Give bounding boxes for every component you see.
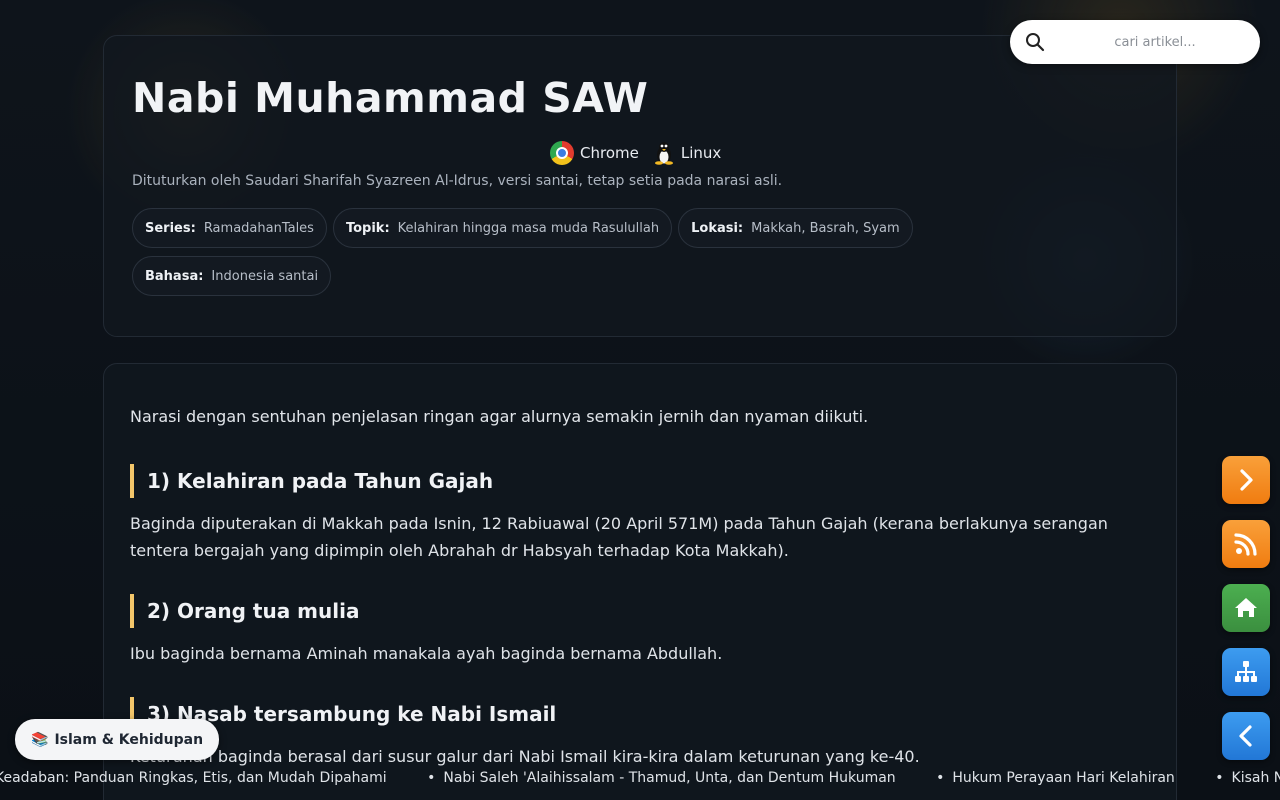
env-chrome: Chrome	[550, 141, 639, 165]
byline: Dituturkan oleh Saudari Sharifah Syazree…	[132, 173, 783, 189]
page-title: Nabi Muhammad SAW	[132, 74, 649, 122]
ticker-item-label: Keadaban: Panduan Ringkas, Etis, dan Mud…	[0, 770, 387, 786]
ticker-item[interactable]: Keadaban: Panduan Ringkas, Etis, dan Mud…	[0, 770, 387, 786]
category-badge[interactable]: 📚 Islam & Kehidupan	[15, 719, 220, 760]
chevron-right-icon	[1240, 469, 1253, 491]
meta-key: Bahasa:	[145, 268, 204, 284]
env-linux: Linux	[653, 141, 721, 165]
bullet-icon: •	[427, 770, 436, 786]
bullet-icon: •	[936, 770, 945, 786]
meta-pills: Series: RamadahanTales Topik: Kelahiran hin…	[132, 208, 1152, 304]
article-content: Narasi dengan sentuhan penjelasan ringan…	[103, 363, 1177, 800]
book-icon: 📚	[31, 731, 49, 748]
meta-key: Series:	[145, 220, 196, 236]
next-article-button[interactable]	[1222, 456, 1270, 504]
home-button[interactable]	[1222, 584, 1270, 632]
bullet-icon: •	[1215, 770, 1224, 786]
section-heading: 1) Kelahiran pada Tahun Gajah	[130, 464, 1150, 498]
meta-key: Lokasi:	[691, 220, 744, 236]
ticker-item-label: Kisah Nabi	[1231, 770, 1280, 786]
section-body: Baginda diputerakan di Makkah pada Isnin…	[130, 514, 1108, 560]
env-linux-label: Linux	[680, 144, 722, 162]
rss-feed-button[interactable]	[1222, 520, 1270, 568]
section-body: Ibu baginda bernama Aminah manakala ayah…	[130, 644, 723, 663]
section-body: Keturunan baginda berasal dari susur gal…	[130, 747, 920, 766]
category-label: Islam & Kehidupan	[54, 731, 204, 748]
chevron-left-icon	[1239, 725, 1252, 747]
meta-pill-bahasa: Bahasa: Indonesia santai	[132, 256, 332, 296]
meta-pill-lokasi: Lokasi: Makkah, Basrah, Syam	[678, 208, 913, 248]
ticker-item[interactable]: • Nabi Saleh 'Alaihissalam - Thamud, Unta…	[427, 770, 896, 786]
meta-value: Makkah, Basrah, Syam	[751, 220, 900, 236]
meta-value: Kelahiran hingga masa muda Rasulullah	[397, 220, 660, 236]
meta-value: Indonesia santai	[211, 268, 319, 284]
section-heading: 3) Nasab tersambung ke Nabi Ismail	[130, 697, 1150, 731]
section-heading: 2) Orang tua mulia	[130, 594, 1150, 628]
ticker-item[interactable]: • Hukum Perayaan Hari Kelahiran	[936, 770, 1175, 786]
environment-info: Chrome Linux	[550, 141, 735, 165]
chrome-icon	[550, 141, 574, 165]
linux-icon	[654, 142, 673, 165]
meta-pill-topik: Topik: Kelahiran hingga masa muda Rasulul…	[332, 208, 673, 248]
ticker-item-label: Nabi Saleh 'Alaihissalam - Thamud, Unta,…	[443, 770, 896, 786]
article-intro: Narasi dengan sentuhan penjelasan ringan…	[130, 407, 869, 426]
news-ticker: Keadaban: Panduan Ringkas, Etis, dan Mud…	[0, 768, 1280, 790]
meta-key: Topik:	[345, 220, 390, 236]
sitemap-icon	[1235, 661, 1257, 682]
search-input[interactable]	[1060, 20, 1250, 64]
ticker-item[interactable]: • Kisah Nabi	[1215, 770, 1280, 786]
meta-value: RamadahanTales	[203, 220, 314, 236]
article-header-card: Nabi Muhammad SAW Chrome Linux Dituturka…	[103, 35, 1177, 337]
ticker-track: Keadaban: Panduan Ringkas, Etis, dan Mud…	[0, 770, 1280, 786]
ticker-item-label: Hukum Perayaan Hari Kelahiran	[952, 770, 1175, 786]
meta-pill-series: Series: RamadahanTales	[132, 208, 327, 248]
previous-article-button[interactable]	[1222, 712, 1270, 760]
home-icon	[1235, 598, 1257, 617]
sitemap-button[interactable]	[1222, 648, 1270, 696]
search-icon	[1026, 33, 1045, 52]
rss-icon	[1234, 533, 1257, 556]
search-box[interactable]	[1010, 20, 1260, 64]
env-chrome-label: Chrome	[580, 144, 639, 162]
